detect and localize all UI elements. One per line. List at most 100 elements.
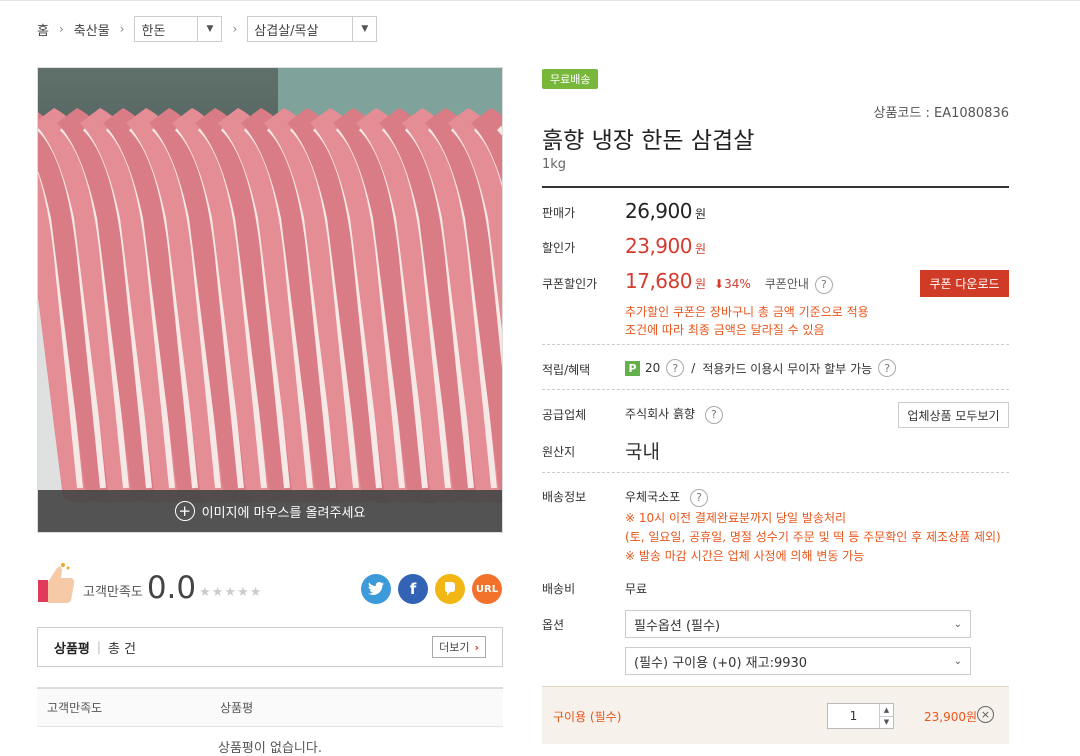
coupon-note-1: 추가할인 쿠폰은 장바구니 총 금액 기준으로 적용 <box>625 305 869 319</box>
breadcrumb-category[interactable]: 축산물 <box>74 20 110 39</box>
increase-icon[interactable]: ▲ <box>880 704 893 717</box>
selected-option-name: 구이용 (필수) <box>553 710 622 724</box>
breadcrumb-select-level3[interactable]: 삼겹살/목살 ▼ <box>247 16 378 42</box>
satisfaction-score: 0.0 <box>146 570 197 606</box>
help-icon[interactable]: ? <box>814 275 833 294</box>
col-review: 상품평 <box>220 701 254 715</box>
chevron-down-icon: ▼ <box>197 17 221 41</box>
top-divider <box>0 0 1080 1</box>
currency-unit: 원 <box>694 242 707 256</box>
coupon-price: 17,680 원 ⬇34% 쿠폰안내 ? <box>625 269 833 294</box>
sale-price-label: 판매가 <box>542 206 576 220</box>
shipping-method: 우체국소포 ? <box>625 488 709 507</box>
shipping-note-2: (토, 일요일, 공휴일, 명절 성수기 주문 및 떡 등 주문확인 후 제조상… <box>625 530 1001 544</box>
social-share: f URL <box>361 574 509 604</box>
supplier-name: 주식회사 흙향 <box>625 407 696 421</box>
quantity-value[interactable]: 1 <box>828 704 879 728</box>
shipping-method-text: 우체국소포 <box>625 490 681 504</box>
thumbs-up-icon <box>38 563 75 603</box>
help-icon[interactable]: ? <box>704 405 723 424</box>
help-icon[interactable]: ? <box>878 359 897 377</box>
shipping-note-1: ※ 10시 이전 결제완료분까지 당일 발송처리 <box>625 511 847 525</box>
coupon-price-label: 쿠폰할인가 <box>542 277 598 291</box>
view-all-supplier-products-button[interactable]: 업체상품 모두보기 <box>898 402 1009 428</box>
product-title: 흙향 냉장 한돈 삼겹살 <box>542 128 755 154</box>
supplier-label: 공급업체 <box>542 408 587 422</box>
review-summary: 상품평 | 총 건 더보기 › <box>37 627 503 667</box>
quantity-arrows: ▲ ▼ <box>879 704 893 728</box>
sale-price-value: 26,900 <box>625 199 692 223</box>
divider <box>542 472 1009 473</box>
chevron-down-icon: ⌄ <box>953 618 962 630</box>
chevron-right-icon: › <box>232 22 238 36</box>
help-icon[interactable]: ? <box>690 488 709 507</box>
selected-option-price: 23,900원 <box>924 710 978 724</box>
kakao-icon[interactable] <box>435 574 465 604</box>
product-image[interactable]: + 이미지에 마우스를 올려주세요 <box>37 67 503 533</box>
currency-unit: 원 <box>694 277 707 291</box>
twitter-icon[interactable] <box>361 574 391 604</box>
title-divider <box>542 186 1009 188</box>
points-value: 20 <box>645 361 661 375</box>
coupon-download-button[interactable]: 쿠폰 다운로드 <box>920 270 1009 297</box>
discount-price: 23,900 원 <box>625 234 706 258</box>
discount-price-label: 할인가 <box>542 241 576 255</box>
coupon-discount-percent: ⬇34% <box>714 277 751 291</box>
option-label: 옵션 <box>542 618 565 632</box>
option-detail-select[interactable]: (필수) 구이용 (+0) 재고:9930 ⌄ <box>625 647 971 675</box>
free-shipping-badge: 무료배송 <box>542 69 599 89</box>
satisfaction-label: 고객만족도 <box>83 585 143 600</box>
image-hover-hint: + 이미지에 마우스를 올려주세요 <box>38 490 502 532</box>
divider: | <box>96 640 101 654</box>
pork-belly-photo <box>38 68 502 532</box>
shipping-fee-label: 배송비 <box>542 582 576 596</box>
shipping-note-3: ※ 발송 마감 시간은 업체 사정에 의해 변동 가능 <box>625 549 865 563</box>
shipping-fee-value: 무료 <box>625 582 648 596</box>
chevron-right-icon: › <box>119 22 125 36</box>
discount-price-value: 23,900 <box>625 234 692 258</box>
benefit-info: P 20 ? / 적용카드 이용시 무이자 할부 가능 ? <box>625 359 897 377</box>
customer-satisfaction: 고객만족도 0.0 ★★★★★ <box>37 562 262 604</box>
product-code: 상품코드 : EA1080836 <box>873 106 1010 121</box>
quantity-stepper[interactable]: 1 ▲ ▼ <box>827 703 894 729</box>
decrease-icon[interactable]: ▼ <box>880 717 893 729</box>
coupon-note-2: 조건에 따라 최종 금액은 달라질 수 있음 <box>625 323 825 337</box>
zoom-in-icon: + <box>174 501 195 521</box>
breadcrumb: 홈 › 축산물 › 한돈 ▼ › 삼겹살/목살 ▼ <box>37 16 378 42</box>
breadcrumb-select-value: 한돈 <box>141 23 166 39</box>
review-count: 총 건 <box>107 641 136 657</box>
more-label: 더보기 <box>439 641 470 654</box>
selected-option-row: 구이용 (필수) 1 ▲ ▼ 23,900원 × <box>542 686 1009 744</box>
option-select-value: 필수옵션 (필수) <box>634 618 721 634</box>
rating-stars: ★★★★★ <box>199 585 263 600</box>
points-icon: P <box>625 360 640 376</box>
card-benefit-text: 적용카드 이용시 무이자 할부 가능 <box>702 361 873 376</box>
remove-option-button[interactable]: × <box>977 706 994 723</box>
review-table-header: 고객만족도 상품평 <box>37 687 503 727</box>
currency-unit: 원 <box>694 207 707 221</box>
chevron-right-icon: › <box>58 22 64 36</box>
breadcrumb-home[interactable]: 홈 <box>37 20 49 39</box>
required-option-select[interactable]: 필수옵션 (필수) ⌄ <box>625 610 971 638</box>
facebook-icon[interactable]: f <box>398 574 428 604</box>
help-icon[interactable]: ? <box>666 359 685 377</box>
coupon-info-link[interactable]: 쿠폰안내 <box>765 275 809 292</box>
supplier-info: 주식회사 흙향 ? <box>625 405 723 424</box>
shipping-label: 배송정보 <box>542 490 587 504</box>
option-select-value: (필수) 구이용 (+0) 재고:9930 <box>634 655 808 671</box>
review-title: 상품평 <box>54 641 90 657</box>
separator: / <box>691 361 696 375</box>
url-icon[interactable]: URL <box>472 574 502 604</box>
more-reviews-button[interactable]: 더보기 › <box>432 636 486 658</box>
origin-value: 국내 <box>625 441 660 463</box>
sale-price: 26,900 원 <box>625 199 706 223</box>
product-weight: 1kg <box>542 157 567 172</box>
coupon-price-value: 17,680 <box>625 269 692 293</box>
col-satisfaction: 고객만족도 <box>47 701 103 715</box>
chevron-down-icon: ⌄ <box>953 655 962 667</box>
breadcrumb-select-value: 삼겹살/목살 <box>254 23 319 39</box>
image-hover-hint-text: 이미지에 마우스를 올려주세요 <box>201 505 366 521</box>
review-empty-message: 상품평이 없습니다. <box>218 741 322 756</box>
breadcrumb-select-level2[interactable]: 한돈 ▼ <box>134 16 223 42</box>
benefit-label: 적립/혜택 <box>542 363 591 377</box>
